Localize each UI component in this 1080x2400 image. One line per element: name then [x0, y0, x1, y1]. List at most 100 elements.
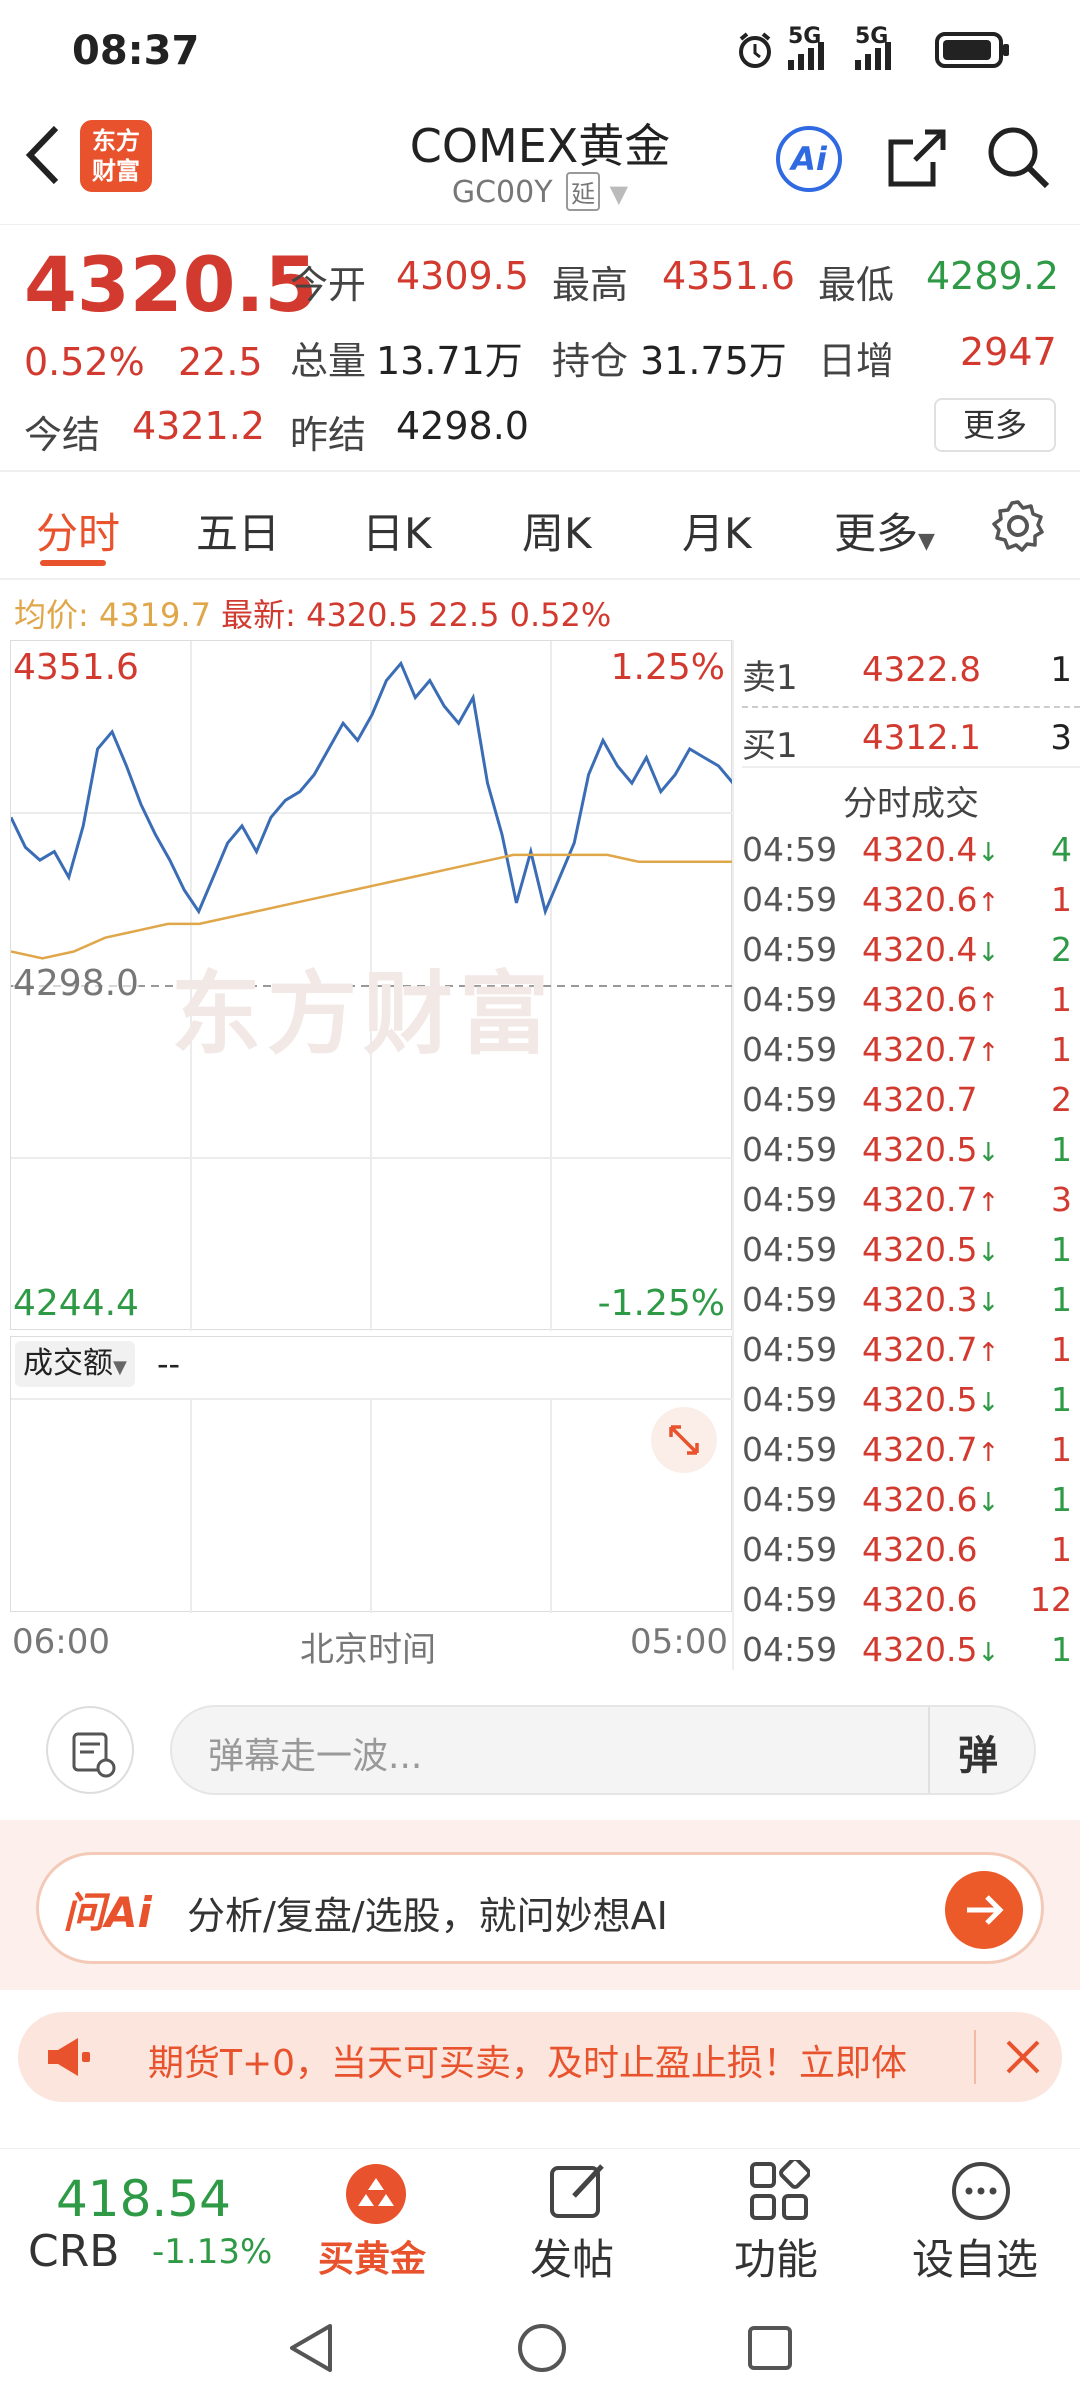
danmu-input[interactable]: 弹幕走一波... 弹: [170, 1705, 1036, 1795]
trade-price: 4320.6↑: [862, 880, 1000, 919]
edit-icon[interactable]: [546, 2158, 610, 2226]
trade-volume: 3: [1051, 1180, 1072, 1219]
trade-row: 04:59 4320.6 12: [742, 1580, 1080, 1630]
arrow-down-icon: ↓: [977, 1288, 1000, 1318]
trade-volume: 1: [1051, 1280, 1072, 1319]
danmu-placeholder: 弹幕走一波...: [208, 1736, 423, 1777]
ai-label: Ai: [791, 140, 827, 178]
trade-time: 04:59: [742, 1030, 838, 1069]
trade-row: 04:59 4320.5↓ 1: [742, 1130, 1080, 1180]
search-icon[interactable]: [985, 124, 1053, 196]
trade-time: 04:59: [742, 1180, 838, 1219]
divider-2: [0, 578, 1080, 580]
tab-more[interactable]: 更多▼: [834, 500, 935, 561]
functions-button[interactable]: 功能: [734, 2226, 818, 2287]
trade-row: 04:59 4320.4↓ 2: [742, 930, 1080, 980]
nav-recents-icon[interactable]: [744, 2322, 796, 2378]
close-icon[interactable]: [998, 2032, 1048, 2086]
add-watchlist-button[interactable]: 设自选: [912, 2226, 1038, 2287]
trade-row: 04:59 4320.6↑ 1: [742, 980, 1080, 1030]
axis-bottom-pct: -1.25%: [597, 1283, 725, 1324]
tab-five-day[interactable]: 五日: [196, 500, 280, 561]
low-label: 最低: [818, 263, 895, 307]
intraday-chart[interactable]: 东方财富 4351.6 1.25% 4298.0 4244.4 -1.25%: [10, 640, 733, 1331]
trade-price: 4320.7↑: [862, 1430, 1000, 1469]
trade-row: 04:59 4320.7↑ 1: [742, 1430, 1080, 1480]
expand-icon[interactable]: [651, 1407, 717, 1473]
tab-monthly-k[interactable]: 月K: [682, 500, 752, 561]
tab-daily-k[interactable]: 日K: [362, 500, 432, 561]
ai-prompt-text: 分析/复盘/选股，就问妙想AI: [187, 1894, 668, 1938]
trade-price: 4320.5↓: [862, 1130, 1000, 1169]
danmu-toggle-button[interactable]: 弹: [958, 1723, 998, 1781]
arrow-up-icon: ↑: [977, 988, 1000, 1018]
book-divider-2: [742, 766, 1080, 768]
trade-row: 04:59 4320.7↑ 1: [742, 1330, 1080, 1380]
tab-intraday[interactable]: 分时: [36, 500, 120, 561]
tab-weekly-k[interactable]: 周K: [522, 500, 592, 561]
share-icon[interactable]: [885, 126, 949, 194]
index-name[interactable]: CRB: [28, 2226, 119, 2277]
trade-volume: 1: [1051, 1230, 1072, 1269]
more-dots-icon[interactable]: [950, 2160, 1012, 2226]
axis-prev-close: 4298.0: [13, 963, 139, 1004]
ai-ask-bar[interactable]: 问Ai 分析/复盘/选股，就问妙想AI: [36, 1852, 1044, 1964]
more-quote-button[interactable]: 更多: [934, 398, 1056, 452]
ask-price: 4322.8: [862, 650, 981, 690]
bid-price: 4312.1: [862, 718, 981, 758]
trade-time: 04:59: [742, 880, 838, 919]
caret-down-icon: ▼: [113, 1357, 127, 1378]
trade-row: 04:59 4320.7 2: [742, 1080, 1080, 1130]
watermark: 东方财富: [171, 962, 555, 1067]
open-value: 4309.5: [396, 254, 529, 298]
trade-volume: 2: [1051, 1080, 1072, 1119]
index-change: -1.13%: [152, 2232, 273, 2272]
grid-icon[interactable]: [748, 2157, 811, 2226]
bid-label: 买1: [742, 726, 798, 766]
trade-price: 4320.4↓: [862, 930, 1000, 969]
status-bar: 08:37 5G 5G: [0, 0, 1080, 100]
trade-volume: 1: [1051, 980, 1072, 1019]
trade-time: 04:59: [742, 1130, 838, 1169]
settle-value: 4321.2: [132, 404, 265, 448]
status-time: 08:37: [72, 28, 200, 74]
panel-divider: [732, 640, 734, 1670]
arrow-down-icon: ↓: [977, 938, 1000, 968]
trade-time: 04:59: [742, 930, 838, 969]
danmu-settings-icon[interactable]: [46, 1706, 134, 1794]
tab-more-label: 更多: [834, 509, 919, 558]
buy-gold-button[interactable]: 买黄金: [318, 2230, 426, 2282]
trade-time: 04:59: [742, 1530, 838, 1569]
signal-bars-icon: [788, 42, 838, 74]
signal-bars-icon-2: [855, 42, 905, 74]
settle-label: 今结: [24, 413, 101, 457]
trade-price: 4320.3↓: [862, 1280, 1000, 1319]
nav-home-icon[interactable]: [514, 2320, 570, 2380]
trade-row: 04:59 4320.6↓ 1: [742, 1480, 1080, 1530]
volume-selector[interactable]: 成交额▼: [15, 1341, 135, 1387]
trade-time: 04:59: [742, 1630, 838, 1669]
last-price: 4320.5: [24, 240, 318, 329]
trade-price: 4320.7: [862, 1080, 978, 1119]
post-button[interactable]: 发帖: [530, 2226, 614, 2287]
daily-increase-label: 日增: [818, 339, 895, 383]
arrow-up-icon: ↑: [977, 1438, 1000, 1468]
gold-bars-icon: [346, 2164, 406, 2224]
trade-row: 04:59 4320.7↑ 1: [742, 1030, 1080, 1080]
bid-volume: 3: [1050, 718, 1072, 758]
low-value: 4289.2: [926, 254, 1059, 298]
time-axis-label: 北京时间: [300, 1630, 436, 1670]
ai-assistant-button[interactable]: Ai: [776, 126, 842, 192]
trade-time: 04:59: [742, 1480, 838, 1519]
notice-banner[interactable]: 期货T+0，当天可买卖，及时止盈止损！立即体: [18, 2012, 1062, 2102]
volume-pane: 成交额▼ --: [10, 1336, 733, 1613]
trade-price: 4320.6: [862, 1580, 978, 1619]
nav-back-icon[interactable]: [284, 2320, 336, 2380]
index-value[interactable]: 418.54: [56, 2170, 231, 2228]
settings-gear-icon[interactable]: [990, 498, 1046, 558]
volume-selector-label: 成交额: [23, 1346, 113, 1381]
arrow-right-icon[interactable]: [945, 1871, 1023, 1949]
open-interest-label: 持仓: [552, 339, 629, 383]
trade-row: 04:59 4320.6 1: [742, 1530, 1080, 1580]
arrow-down-icon: ↓: [977, 838, 1000, 868]
